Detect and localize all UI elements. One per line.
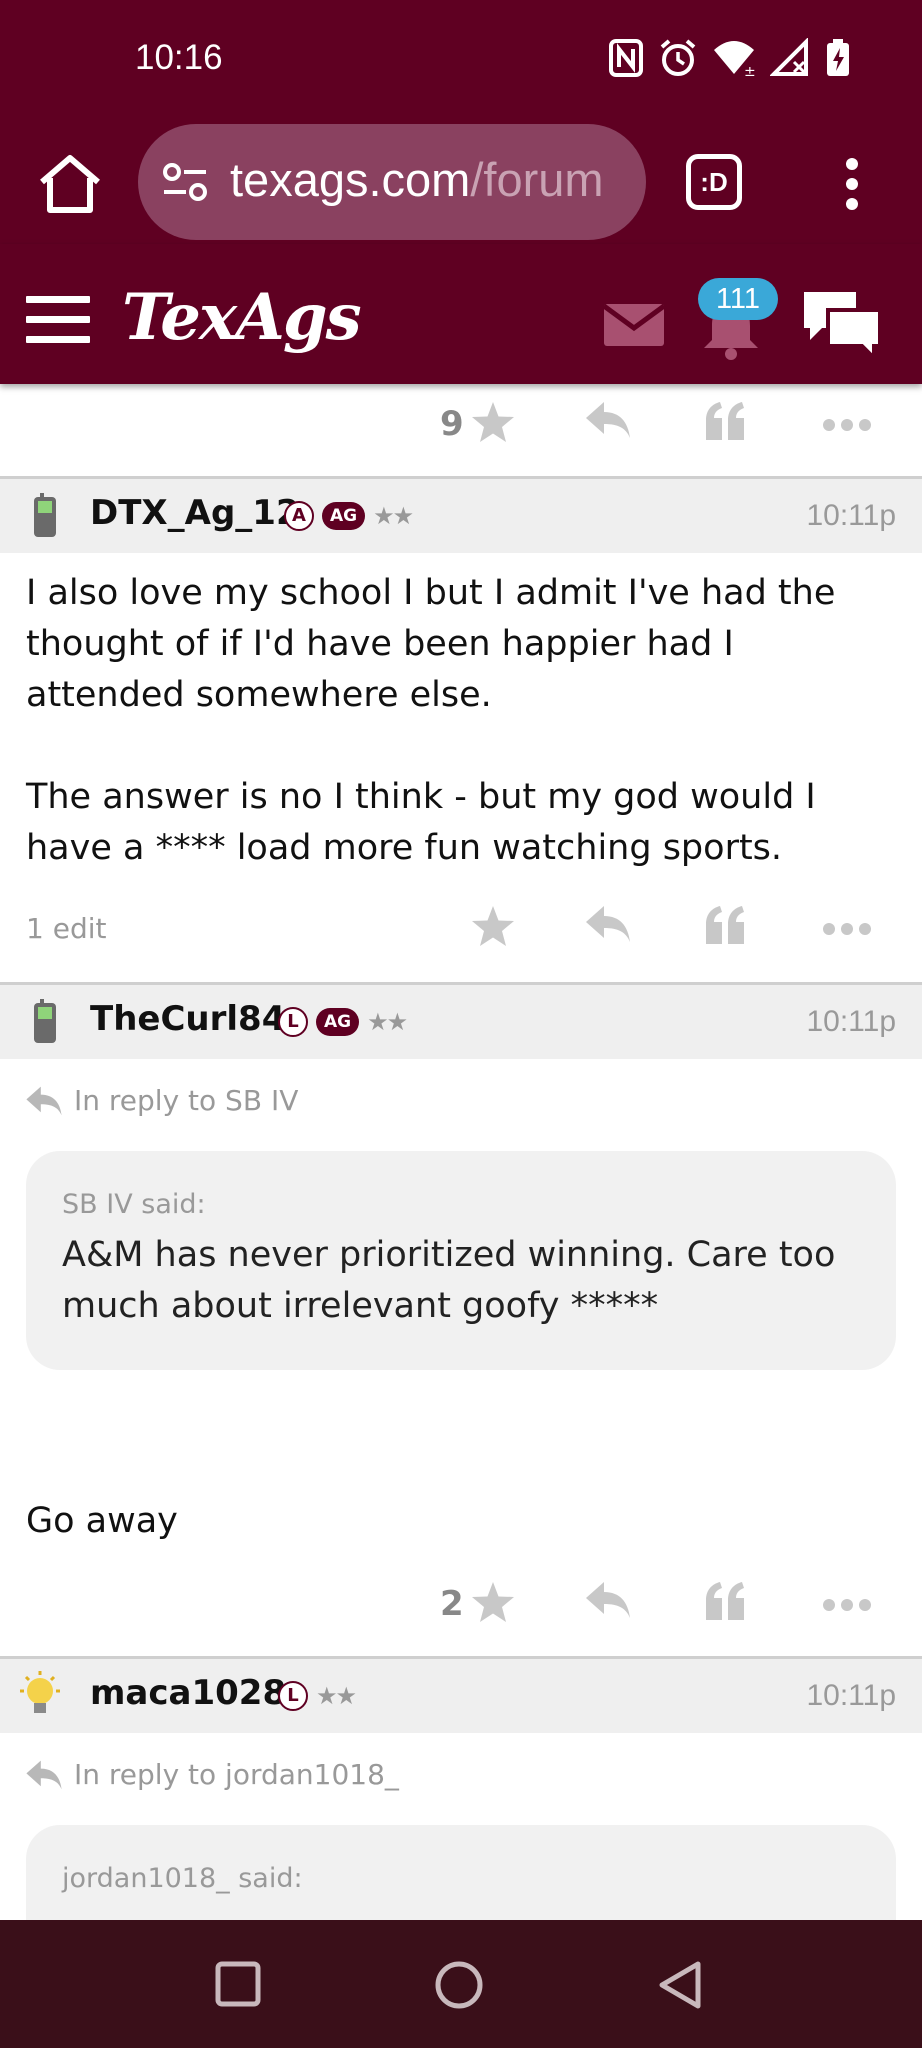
reply-icon xyxy=(26,1760,62,1789)
badge-letter: A xyxy=(284,501,314,531)
reply-icon[interactable] xyxy=(584,400,632,440)
address-bar[interactable]: texags.com/forum xyxy=(138,124,646,240)
site-header: TexAgs 111 xyxy=(0,244,922,384)
quote-icon[interactable] xyxy=(704,400,746,440)
post-body: Go away xyxy=(26,1496,902,1547)
post-header: DTX_Ag_12 A AG ★★ 10:11p xyxy=(0,479,922,553)
reply-icon xyxy=(26,1086,62,1115)
signal-icon xyxy=(770,38,808,76)
quote-block: SB IV said: A&M has never prioritized wi… xyxy=(26,1151,896,1370)
star-count: 2 xyxy=(440,1584,464,1624)
post-time: 10:11p xyxy=(806,1679,896,1712)
rating-stars: ★★ xyxy=(373,502,414,530)
post-actions: 2 xyxy=(0,1568,922,1638)
badge-letter: L xyxy=(278,1007,308,1037)
notification-count-badge: 111 xyxy=(698,278,778,320)
alarm-icon xyxy=(660,39,696,76)
post-actions: 9 xyxy=(0,388,922,458)
phone-avatar-icon[interactable] xyxy=(24,999,64,1045)
status-bar: 10:16 ± xyxy=(0,0,922,120)
post-time: 10:11p xyxy=(806,499,896,532)
ag-badge: AG xyxy=(316,1008,360,1036)
hamburger-menu-icon[interactable] xyxy=(26,296,90,344)
browser-toolbar: texags.com/forum :D xyxy=(0,120,922,244)
mail-icon[interactable] xyxy=(604,304,664,346)
more-horiz-icon[interactable] xyxy=(822,1598,872,1612)
phone-avatar-icon[interactable] xyxy=(24,493,64,539)
user-badges: A AG ★★ xyxy=(284,501,414,531)
post-header: TheCurl84 L AG ★★ 10:11p xyxy=(0,985,922,1059)
badge-letter: L xyxy=(278,1681,308,1711)
tab-switcher-button[interactable]: :D xyxy=(686,154,742,210)
username[interactable]: TheCurl84 xyxy=(90,999,285,1039)
reply-icon[interactable] xyxy=(584,1580,632,1620)
reply-to-link[interactable]: In reply to jordan1018_ xyxy=(24,1758,399,1791)
back-icon[interactable] xyxy=(658,1960,704,2010)
quote-author: jordan1018_ said: xyxy=(62,1863,303,1894)
star-icon[interactable] xyxy=(470,1580,516,1624)
site-settings-icon[interactable] xyxy=(162,160,208,204)
post-header: maca1028 L ★★ 10:11p xyxy=(0,1659,922,1733)
post-time: 10:11p xyxy=(806,1005,896,1038)
username[interactable]: DTX_Ag_12 xyxy=(90,493,300,533)
quote-icon[interactable] xyxy=(704,904,746,944)
chat-icon[interactable] xyxy=(800,288,884,360)
battery-charging-icon xyxy=(827,39,849,76)
user-badges: L AG ★★ xyxy=(278,1007,408,1037)
post-paragraph: I also love my school I but I admit I've… xyxy=(26,573,836,715)
nfc-icon xyxy=(609,39,643,77)
more-vert-icon[interactable] xyxy=(840,156,864,212)
wifi-icon: ± xyxy=(714,41,756,78)
quote-author: SB IV said: xyxy=(62,1189,206,1220)
reply-to-text: In reply to jordan1018_ xyxy=(74,1758,399,1791)
status-time: 10:16 xyxy=(135,38,223,77)
post-paragraph: The answer is no I think - but my god wo… xyxy=(26,777,816,868)
edit-note[interactable]: 1 edit xyxy=(26,912,106,945)
reply-to-link[interactable]: In reply to SB IV xyxy=(24,1084,298,1117)
quote-icon[interactable] xyxy=(704,1580,746,1620)
rating-stars: ★★ xyxy=(367,1008,408,1036)
url-text: texags.com/forum xyxy=(230,153,604,206)
recents-icon[interactable] xyxy=(214,1960,262,2008)
post-paragraph: Go away xyxy=(26,1501,178,1541)
home-icon[interactable] xyxy=(36,152,104,216)
user-badges: L ★★ xyxy=(278,1681,357,1711)
site-logo[interactable]: TexAgs xyxy=(122,280,362,355)
forum-thread: 9 DTX_Ag_12 A AG ★★ 10:11p I also love m… xyxy=(0,384,922,1920)
quote-block: jordan1018_ said: xyxy=(26,1825,896,1920)
post-actions: 1 edit xyxy=(0,892,922,962)
star-icon[interactable] xyxy=(470,400,516,444)
reply-icon[interactable] xyxy=(584,904,632,944)
ag-badge: AG xyxy=(322,502,366,530)
home-circle-icon[interactable] xyxy=(434,1960,484,2010)
lightbulb-avatar-icon[interactable] xyxy=(14,1669,66,1723)
more-horiz-icon[interactable] xyxy=(822,418,872,432)
username[interactable]: maca1028 xyxy=(90,1673,286,1713)
rating-stars: ★★ xyxy=(316,1682,357,1710)
svg-text:±: ± xyxy=(744,64,756,78)
post-body: I also love my school I but I admit I've… xyxy=(26,568,902,874)
star-count: 9 xyxy=(440,404,464,444)
more-horiz-icon[interactable] xyxy=(822,922,872,936)
quote-text: A&M has never prioritized winning. Care … xyxy=(62,1235,836,1326)
status-icons: ± xyxy=(608,38,852,78)
reply-to-text: In reply to SB IV xyxy=(74,1084,299,1117)
system-nav-bar xyxy=(0,1920,922,2048)
star-icon[interactable] xyxy=(470,904,516,948)
